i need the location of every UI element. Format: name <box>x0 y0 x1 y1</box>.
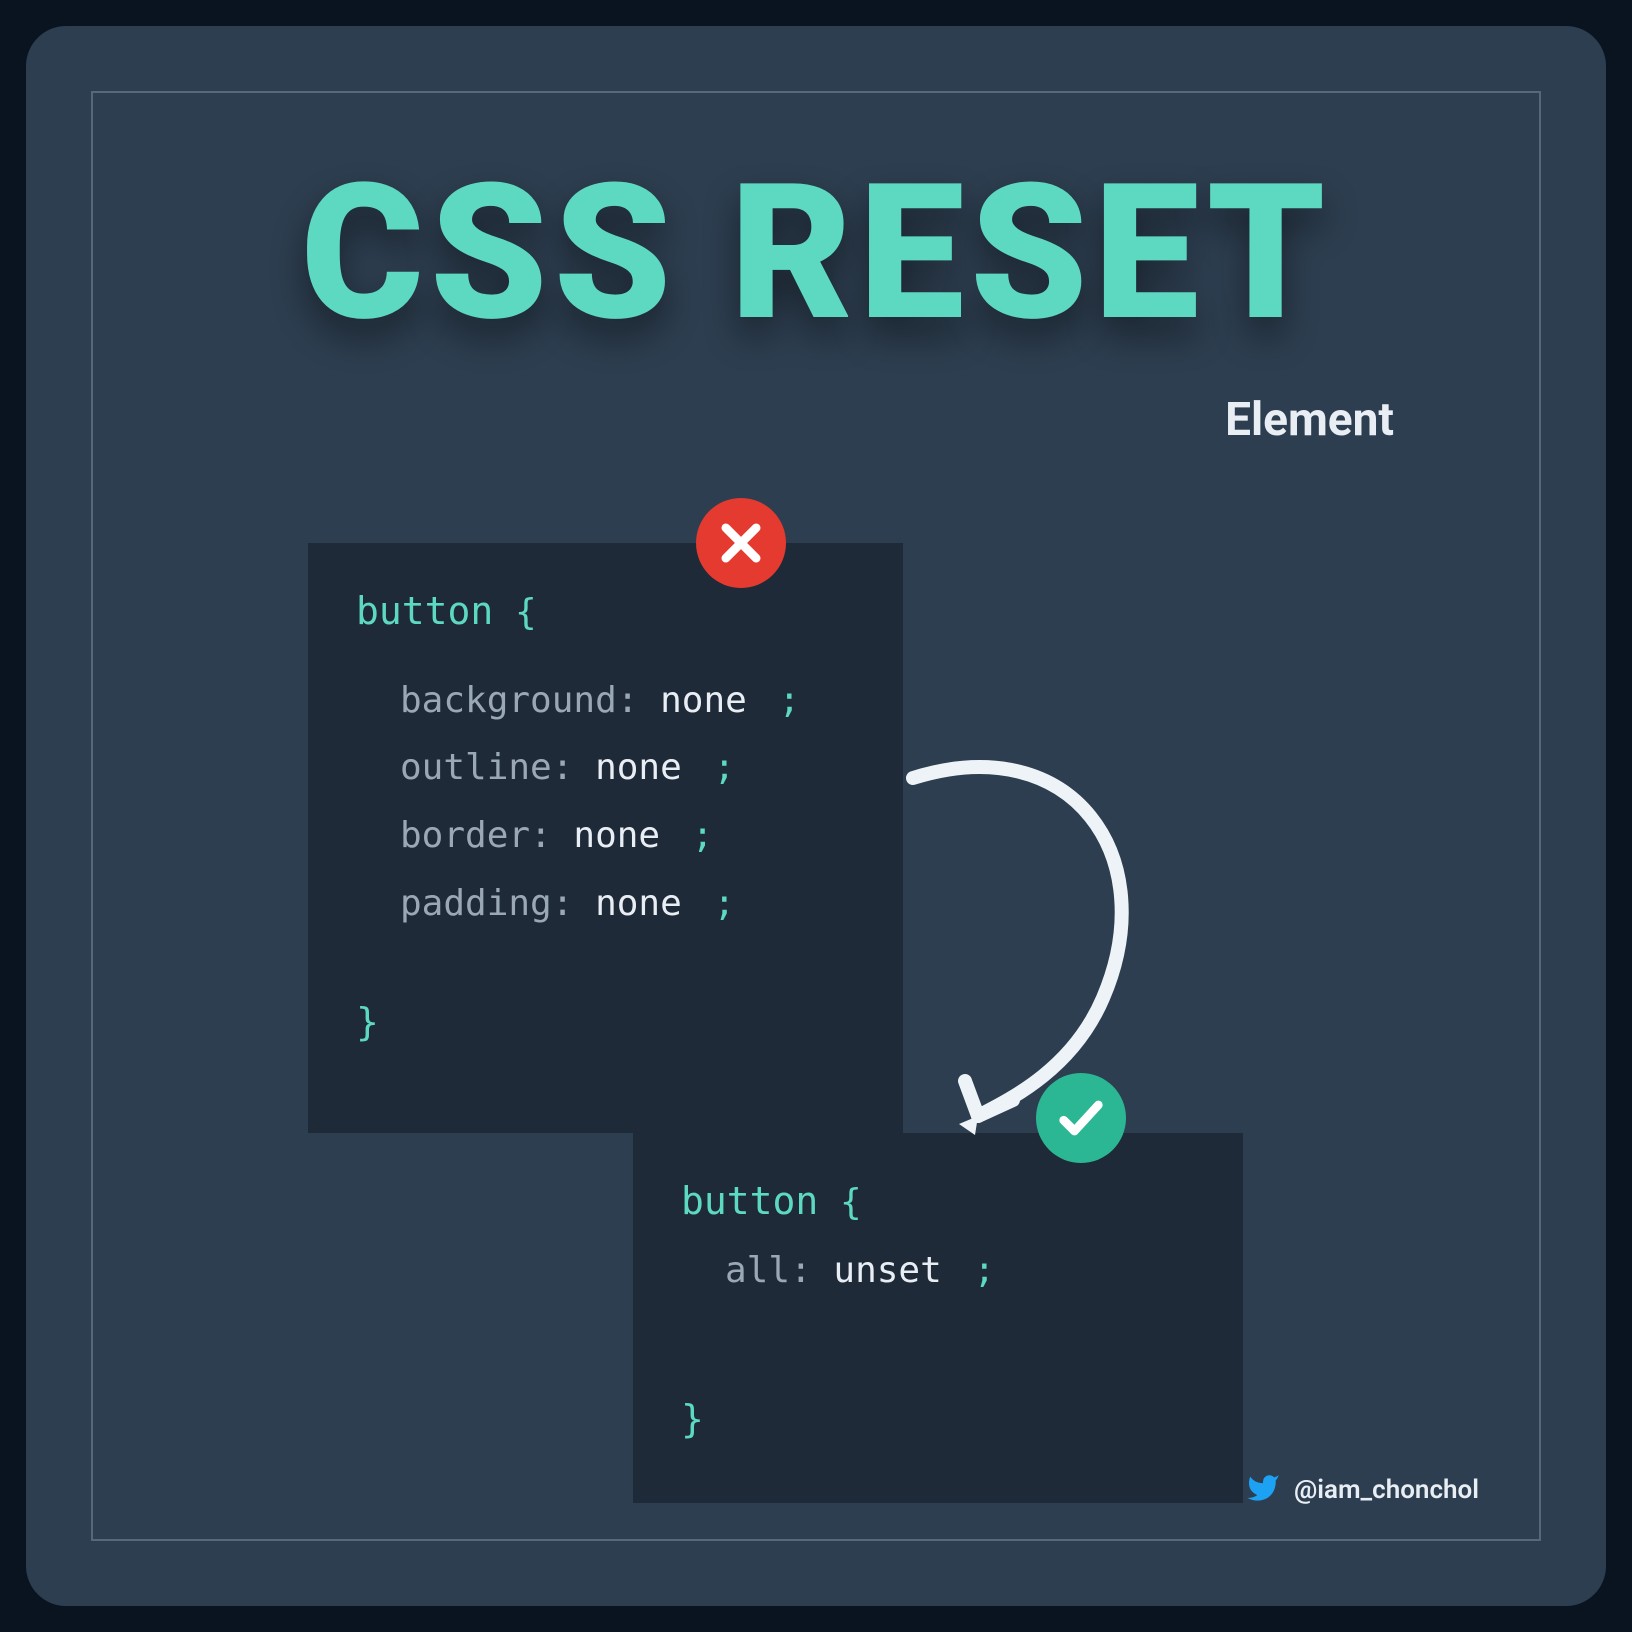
open-brace: { <box>515 592 537 633</box>
css-property: border: <box>400 815 552 856</box>
declaration-row: padding: none ; <box>400 875 855 933</box>
semicolon: ; <box>973 1250 995 1291</box>
semicolon: ; <box>692 815 714 856</box>
inner-frame: CSS RESET Element button { background: n… <box>91 91 1541 1541</box>
css-value: unset <box>833 1250 941 1291</box>
declaration-row: background: none ; <box>400 672 855 730</box>
declaration-row: border: none ; <box>400 807 855 865</box>
declaration-row: outline: none ; <box>400 739 855 797</box>
infographic-card: CSS RESET Element button { background: n… <box>26 26 1606 1606</box>
declaration-row: all: unset ; <box>725 1242 1195 1300</box>
code-block-good: button { all: unset ; } <box>633 1133 1243 1503</box>
css-property: outline: <box>400 747 573 788</box>
selector-bad: button <box>356 589 493 633</box>
twitter-icon <box>1246 1471 1280 1509</box>
css-property: all: <box>725 1250 812 1291</box>
close-brace: } <box>681 1389 1195 1450</box>
author-handle: @iam_chonchol <box>1294 1475 1479 1505</box>
semicolon: ; <box>779 680 801 721</box>
close-brace: } <box>356 992 855 1053</box>
cross-icon <box>696 498 786 588</box>
page-title: CSS RESET <box>301 143 1332 363</box>
css-value: none <box>573 815 660 856</box>
subtitle: Element <box>1225 393 1394 447</box>
css-value: none <box>660 680 747 721</box>
semicolon: ; <box>713 747 735 788</box>
semicolon: ; <box>713 883 735 924</box>
selector-good: button <box>681 1179 818 1223</box>
css-value: none <box>595 747 682 788</box>
footer-credit: @iam_chonchol <box>1246 1471 1479 1509</box>
css-property: background: <box>400 680 638 721</box>
check-icon <box>1036 1073 1126 1163</box>
code-block-bad: button { background: none ; outline: non… <box>308 543 903 1133</box>
open-brace: { <box>840 1182 862 1223</box>
css-value: none <box>595 883 682 924</box>
css-property: padding: <box>400 883 573 924</box>
